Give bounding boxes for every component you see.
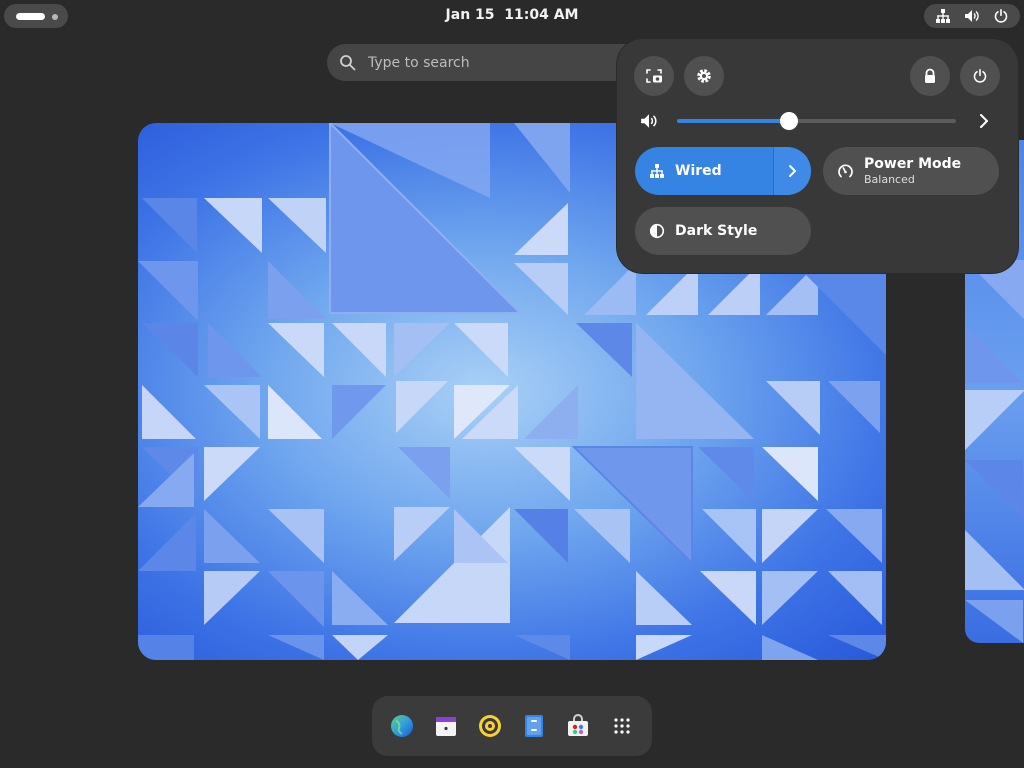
screenshot-button[interactable]	[634, 56, 674, 96]
search-icon	[339, 54, 356, 71]
power-icon	[993, 8, 1009, 24]
dark-style-icon	[649, 223, 665, 239]
dark-style-toggle[interactable]: Dark Style	[635, 207, 811, 255]
software-store-icon[interactable]	[566, 714, 590, 738]
lock-icon	[922, 68, 938, 84]
settings-button[interactable]	[684, 56, 724, 96]
volume-slider[interactable]	[677, 112, 956, 130]
calendar-icon[interactable]	[434, 714, 458, 738]
wired-menu-button[interactable]	[773, 147, 811, 195]
chevron-right-icon	[786, 163, 800, 179]
settings-gear-icon	[695, 67, 713, 85]
network-wired-icon	[935, 8, 951, 24]
app-grid-icon[interactable]	[610, 714, 634, 738]
power-mode-toggle[interactable]: Power Mode Balanced	[823, 147, 999, 195]
volume-slider-fill	[677, 119, 789, 123]
power-mode-label: Power Mode	[864, 156, 962, 172]
wired-network-toggle[interactable]: Wired	[635, 147, 811, 195]
files-icon[interactable]	[522, 714, 546, 738]
power-mode-icon	[837, 163, 854, 180]
system-status-menu[interactable]	[924, 4, 1020, 28]
chevron-right-icon[interactable]	[976, 112, 992, 130]
dark-style-label: Dark Style	[675, 223, 758, 239]
speaker-volume-icon[interactable]	[640, 112, 658, 130]
wired-label: Wired	[675, 163, 722, 179]
lock-button[interactable]	[910, 56, 950, 96]
date-time-label[interactable]: Jan 15 11:04 AM	[0, 7, 1024, 23]
dash	[372, 696, 652, 756]
power-mode-subtitle: Balanced	[864, 173, 915, 186]
speaker-volume-icon	[964, 8, 980, 24]
power-off-button[interactable]	[960, 56, 1000, 96]
network-wired-icon	[649, 163, 665, 179]
volume-slider-handle[interactable]	[779, 112, 798, 130]
screenshot-icon	[645, 67, 663, 85]
power-off-icon	[972, 68, 988, 84]
rhythmbox-icon[interactable]	[478, 714, 502, 738]
top-bar: Jan 15 11:04 AM	[0, 0, 1024, 32]
quick-settings-panel: Wired Power Mode Balanced Dark Style	[617, 39, 1018, 273]
web-browser-icon[interactable]	[390, 714, 414, 738]
